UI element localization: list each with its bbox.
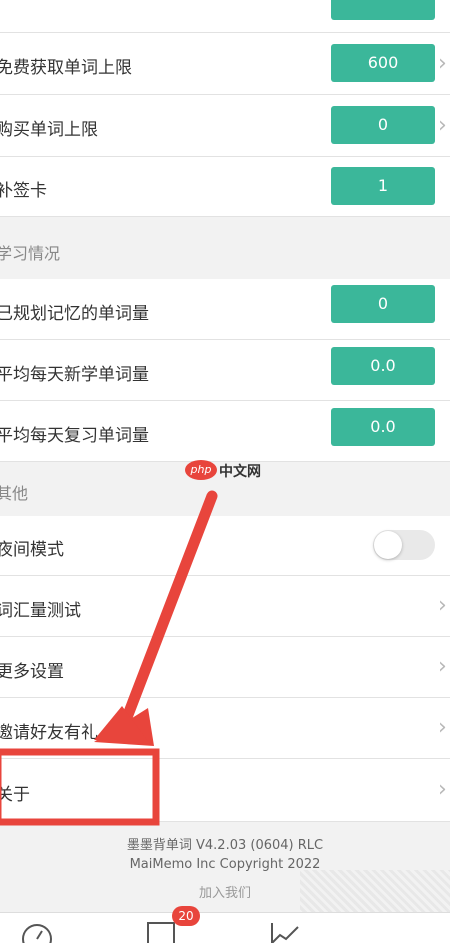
invite-row[interactable]: 邀请好友有礼 › xyxy=(0,698,450,759)
vocab-test-label: 词汇量测试 xyxy=(0,601,81,621)
more-settings-row[interactable]: 更多设置 › xyxy=(0,637,450,698)
buy-limit-value[interactable]: 0 xyxy=(331,106,435,144)
more-settings-label: 更多设置 xyxy=(0,662,64,682)
sign-card-value[interactable]: 1 xyxy=(331,167,435,205)
avg-new-label: 平均每天新学单词量 xyxy=(0,365,149,385)
notification-badge: 20 xyxy=(172,906,200,926)
bottom-tab-bar: 20 xyxy=(0,906,450,943)
stats-chart-icon[interactable] xyxy=(268,919,302,943)
night-mode-row[interactable]: 夜间模式 xyxy=(0,516,450,576)
planned-words-label: 已规划记忆的单词量 xyxy=(0,304,149,324)
buy-limit-label: 购买单词上限 xyxy=(0,120,98,140)
php-logo-badge: php xyxy=(185,460,217,480)
about-row[interactable]: 关于 › xyxy=(0,759,450,822)
vocab-test-row[interactable]: 词汇量测试 › xyxy=(0,576,450,637)
sign-card-label: 补签卡 xyxy=(0,181,47,201)
chevron-right-icon: › xyxy=(438,777,447,802)
buy-limit-row[interactable]: 购买单词上限 0 › xyxy=(0,95,450,157)
learning-section-header: 学习情况 xyxy=(0,217,450,279)
night-mode-label: 夜间模式 xyxy=(0,540,64,560)
partial-top-row xyxy=(0,0,450,33)
avg-new-value[interactable]: 0.0 xyxy=(331,347,435,385)
watermark-logo: php 中文网 xyxy=(185,460,265,480)
chevron-right-icon: › xyxy=(438,113,447,138)
php-logo-text: 中文网 xyxy=(219,464,261,480)
planned-words-row[interactable]: 已规划记忆的单词量 0 xyxy=(0,279,450,340)
chevron-right-icon: › xyxy=(438,593,447,618)
learning-section-title: 学习情况 xyxy=(0,244,61,263)
invite-label: 邀请好友有礼 xyxy=(0,723,98,743)
sign-card-row[interactable]: 补签卡 1 xyxy=(0,157,450,217)
partial-top-pill[interactable] xyxy=(331,0,435,20)
avg-review-value[interactable]: 0.0 xyxy=(331,408,435,446)
free-limit-value[interactable]: 600 xyxy=(331,44,435,82)
other-section-title: 其他 xyxy=(0,484,29,503)
planned-words-value[interactable]: 0 xyxy=(331,285,435,323)
timer-icon[interactable] xyxy=(20,919,54,943)
chevron-right-icon: › xyxy=(438,715,447,740)
avg-new-row[interactable]: 平均每天新学单词量 0.0 xyxy=(0,340,450,401)
free-limit-label: 免费获取单词上限 xyxy=(0,58,132,78)
toggle-knob xyxy=(374,531,402,559)
chevron-right-icon: › xyxy=(438,51,447,76)
chevron-right-icon: › xyxy=(438,654,447,679)
avg-review-label: 平均每天复习单词量 xyxy=(0,426,149,446)
night-mode-toggle[interactable] xyxy=(373,530,435,560)
avg-review-row[interactable]: 平均每天复习单词量 0.0 xyxy=(0,401,450,462)
about-label: 关于 xyxy=(0,785,30,805)
version-text: 墨墨背单词 V4.2.03 (0604) RLC xyxy=(126,838,324,853)
free-limit-row[interactable]: 免费获取单词上限 600 › xyxy=(0,33,450,95)
